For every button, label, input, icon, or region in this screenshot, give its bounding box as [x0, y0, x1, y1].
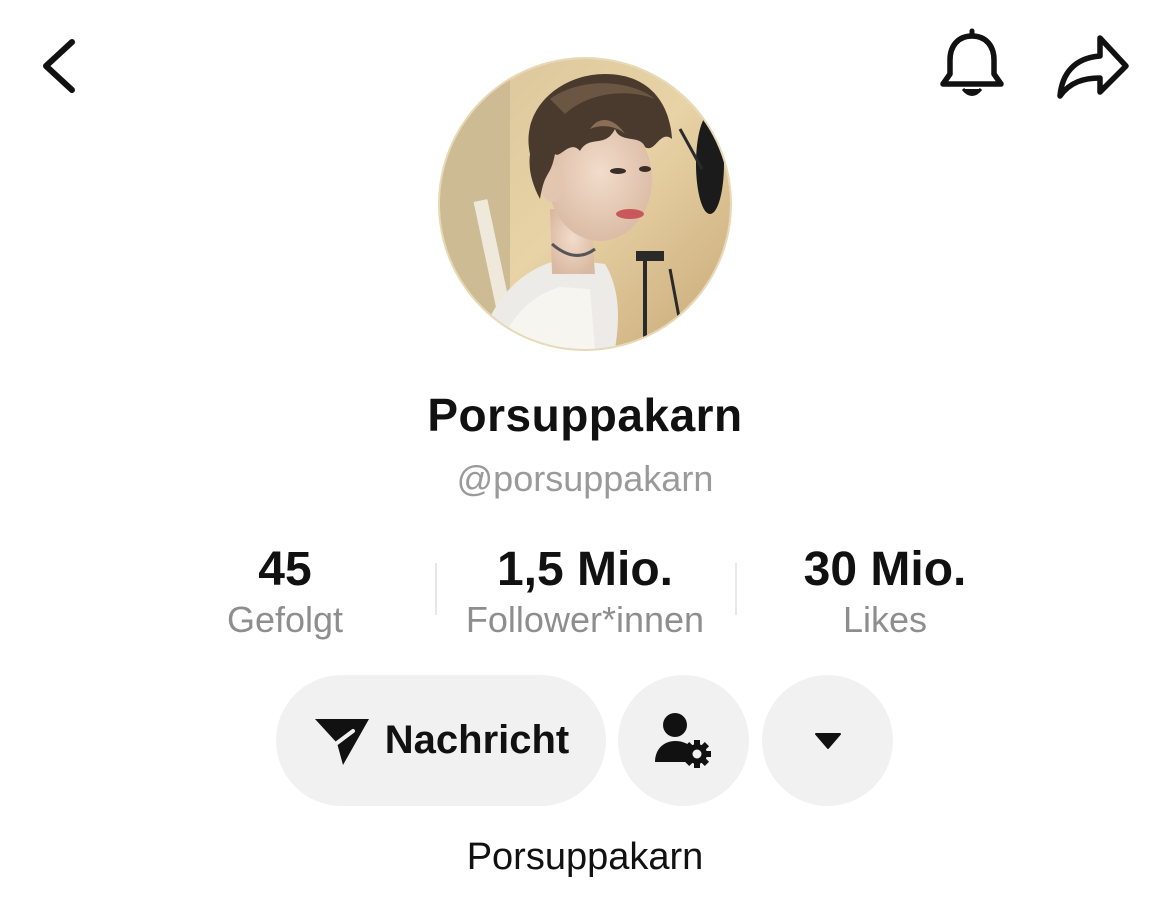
followers-count: 1,5 Mio. [496, 543, 674, 596]
avatar-photo [440, 59, 730, 349]
profile-bio: Porsuppakarn [466, 836, 704, 878]
display-name: Porsuppakarn [427, 389, 743, 441]
followers-label: Follower*innen [465, 599, 705, 640]
stat-following[interactable]: 45 Gefolgt [185, 540, 385, 642]
stat-likes[interactable]: 30 Mio. Likes [760, 540, 1010, 642]
paper-plane-icon [314, 718, 369, 765]
following-count: 45 [258, 543, 312, 596]
likes-count: 30 Mio. [803, 543, 967, 596]
stat-followers[interactable]: 1,5 Mio. Follower*innen [430, 540, 740, 642]
message-button[interactable]: Nachricht [276, 675, 606, 806]
following-label: Gefolgt [226, 599, 344, 640]
message-button-label: Nachricht [384, 718, 570, 762]
more-options-button[interactable] [762, 675, 893, 806]
username-handle: @porsuppakarn [456, 458, 714, 499]
share-arrow-icon [1057, 35, 1129, 99]
share-button[interactable] [1048, 28, 1136, 108]
profile-settings-button[interactable] [618, 675, 749, 806]
bell-icon [940, 28, 1004, 96]
back-button[interactable] [30, 28, 94, 104]
chevron-left-icon [43, 39, 75, 93]
person-gear-icon [654, 712, 711, 768]
caret-down-icon [814, 732, 841, 749]
likes-label: Likes [842, 599, 928, 640]
notification-bell-button[interactable] [928, 28, 1016, 108]
profile-avatar[interactable] [440, 59, 730, 349]
stat-divider [735, 563, 737, 615]
